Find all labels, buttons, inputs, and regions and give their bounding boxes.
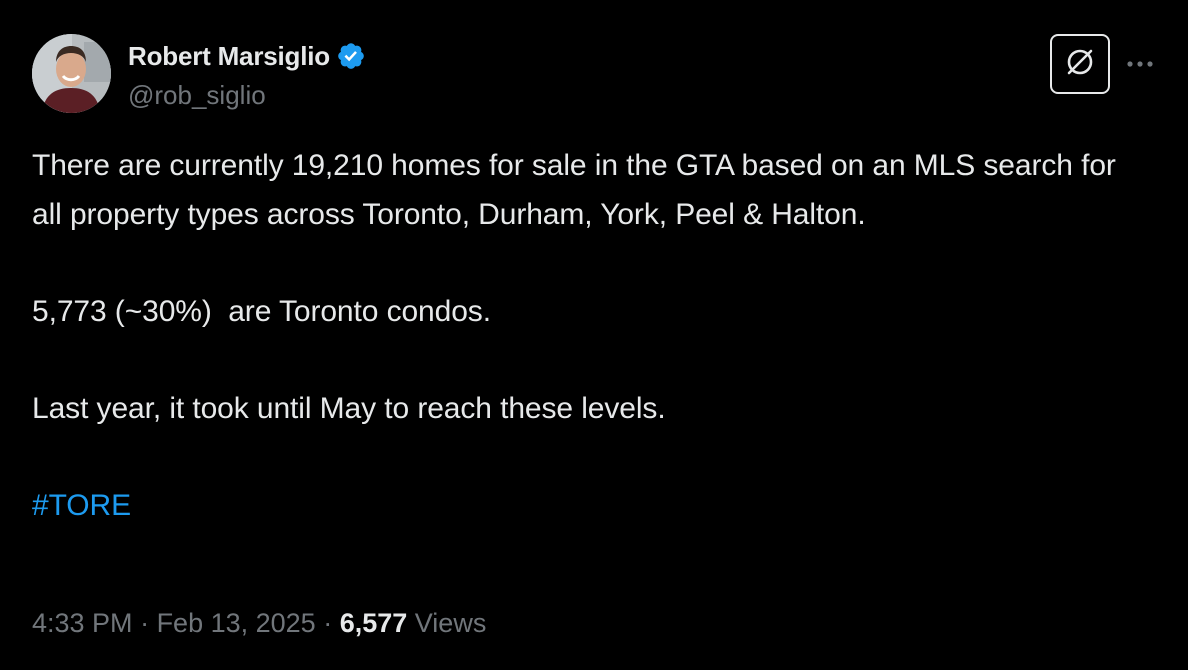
tweet-paragraph: 5,773 (~30%) are Toronto condos. [32, 294, 491, 328]
views-label: Views [407, 608, 487, 638]
user-handle[interactable]: @rob_siglio [128, 80, 366, 111]
tweet-paragraph: There are currently 19,210 homes for sal… [32, 149, 1116, 231]
tweet-meta: 4:33 PM · Feb 13, 2025 · 6,577 Views [32, 608, 486, 639]
more-dots-icon [1126, 55, 1154, 73]
avatar[interactable] [32, 34, 111, 113]
tweet-date[interactable]: Feb 13, 2025 [157, 608, 316, 638]
views-count[interactable]: 6,577 [340, 608, 408, 638]
tweet-paragraph: Last year, it took until May to reach th… [32, 391, 666, 425]
tweet-card: Robert Marsiglio @rob_siglio There are c… [0, 0, 1188, 670]
verified-badge-icon[interactable] [336, 41, 366, 71]
grok-icon [1063, 45, 1097, 84]
avatar-image [32, 34, 111, 113]
tweet-time[interactable]: 4:33 PM [32, 608, 133, 638]
name-row: Robert Marsiglio [128, 38, 366, 74]
meta-separator: · [315, 608, 340, 638]
meta-separator: · [132, 608, 157, 638]
grok-button[interactable] [1050, 34, 1110, 94]
tweet-header: Robert Marsiglio @rob_siglio [32, 34, 1156, 116]
tweet-text: There are currently 19,210 homes for sal… [32, 142, 1152, 530]
hashtag-paragraph: #TORE [32, 482, 1152, 531]
display-name[interactable]: Robert Marsiglio [128, 41, 330, 72]
user-info: Robert Marsiglio @rob_siglio [128, 38, 366, 111]
hashtag-link[interactable]: #TORE [32, 489, 131, 522]
more-options-button[interactable] [1124, 52, 1156, 76]
